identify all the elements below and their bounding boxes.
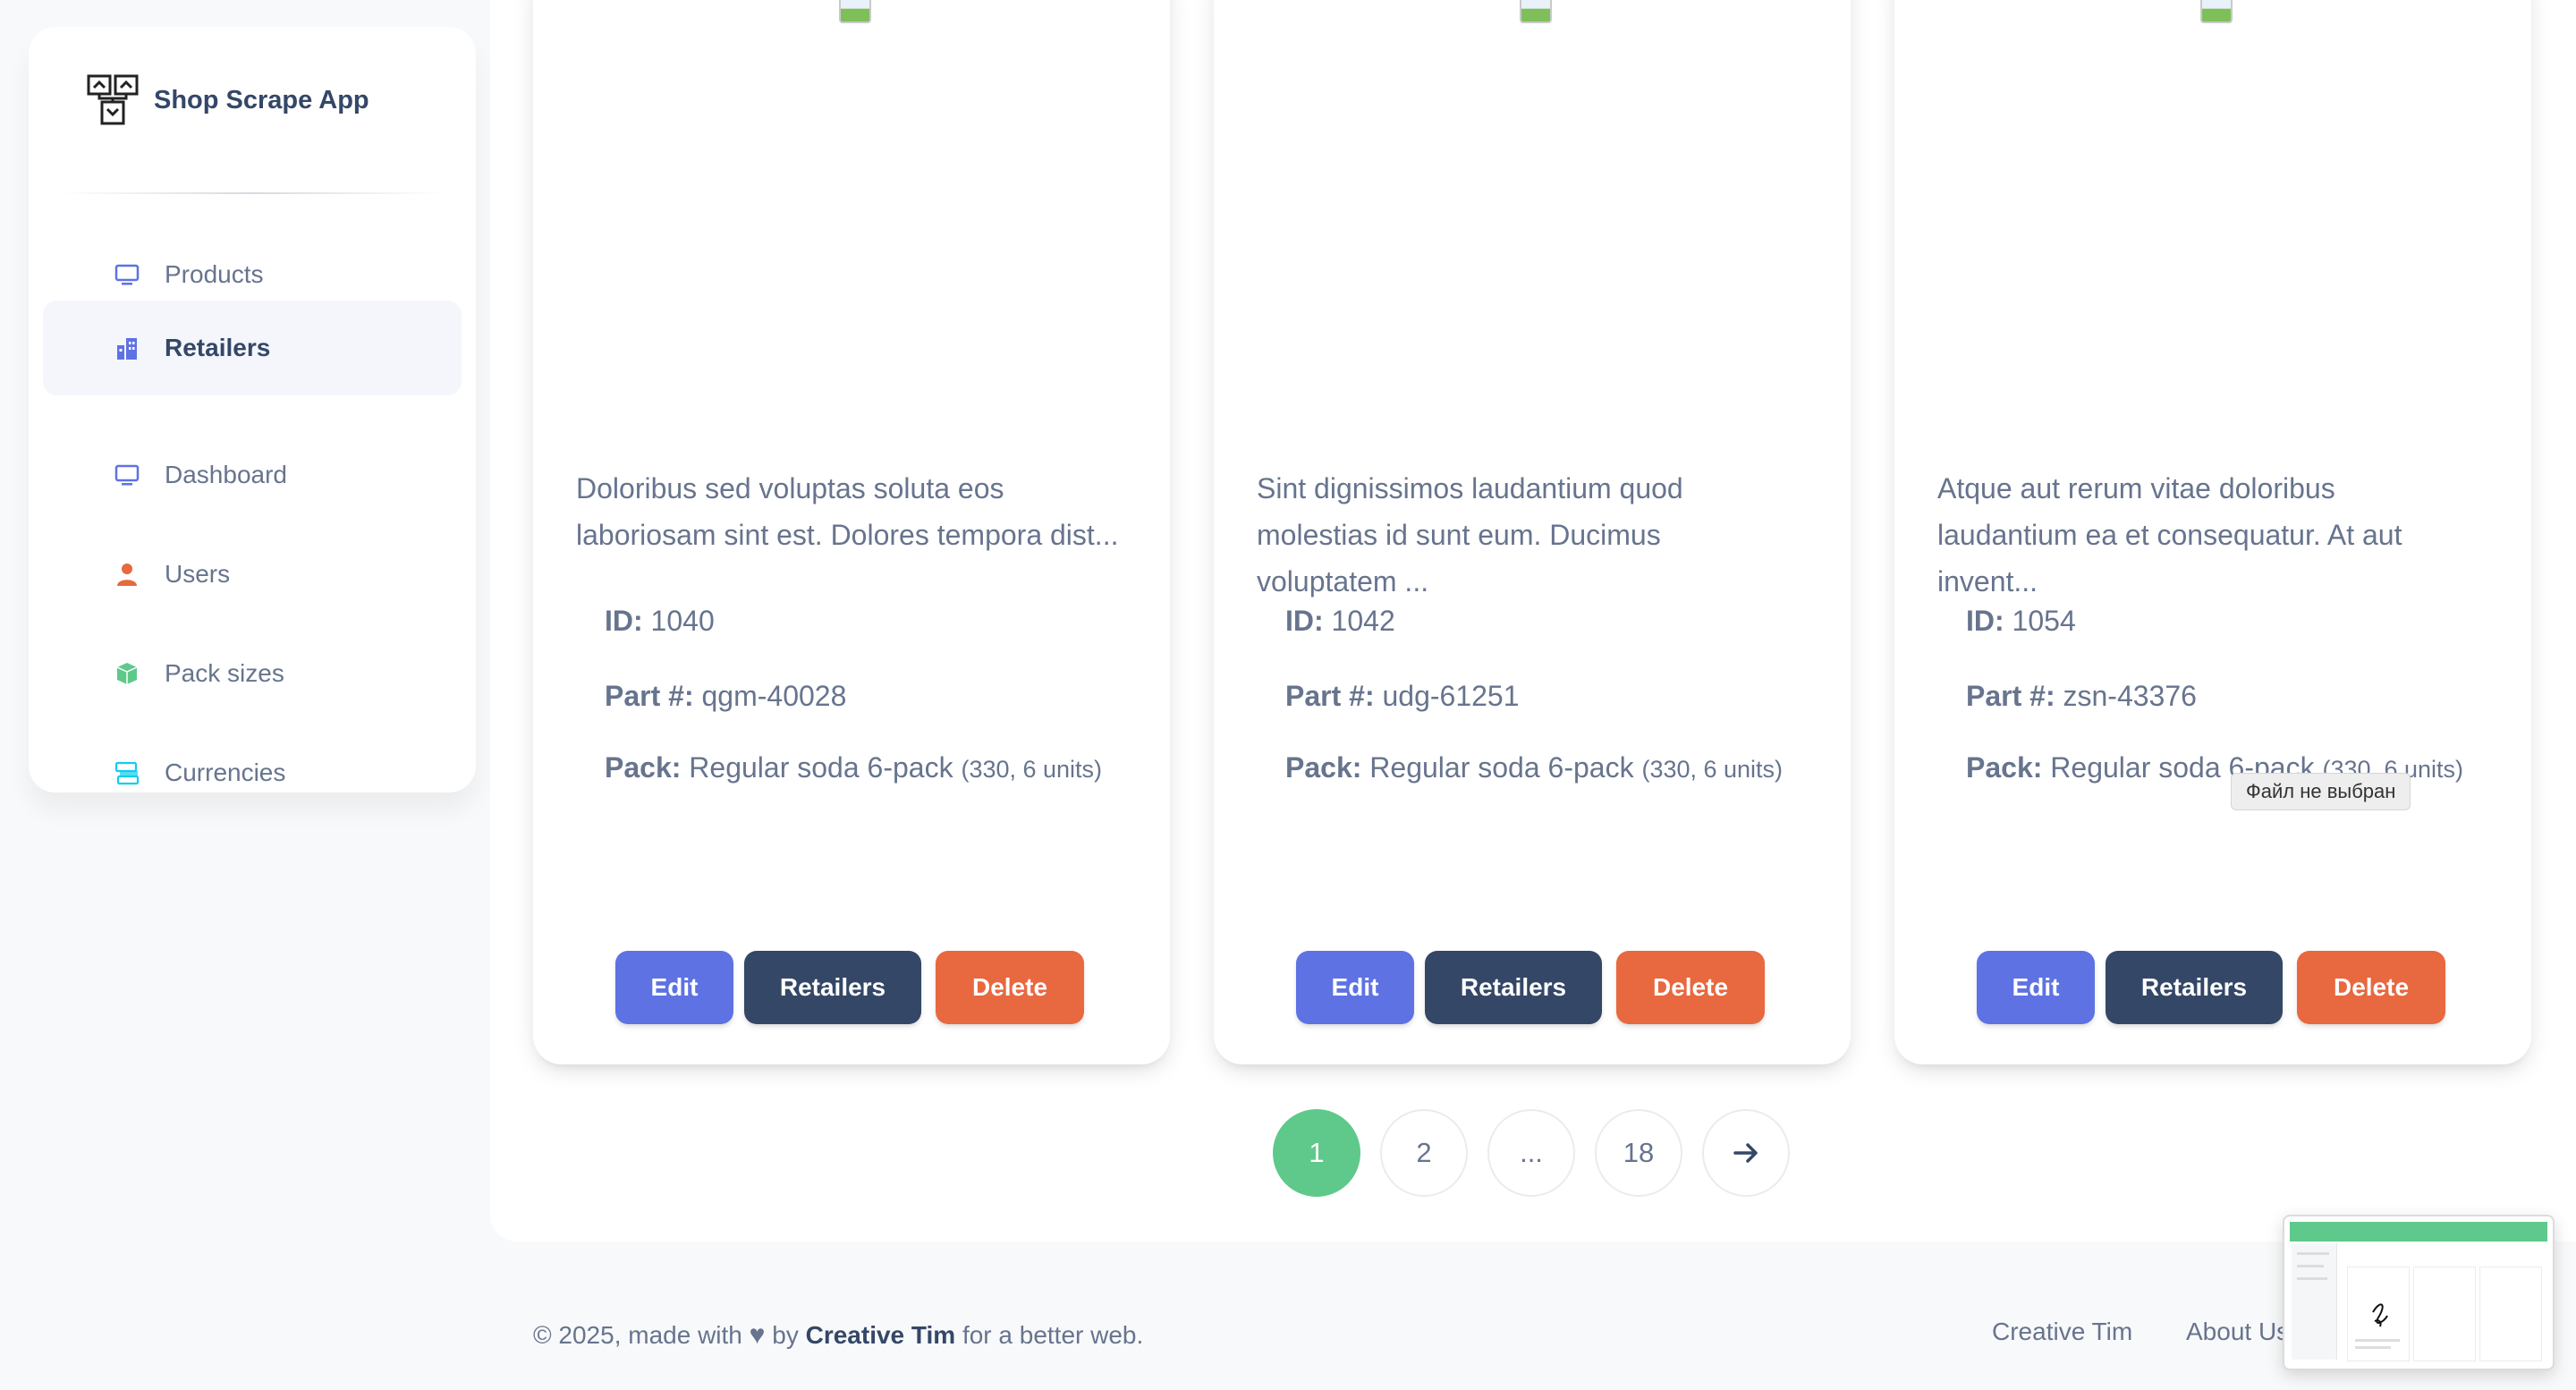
id-label: ID: bbox=[1285, 605, 1324, 637]
by-text: by bbox=[772, 1321, 799, 1349]
pack-label: Pack: bbox=[1285, 751, 1362, 784]
product-id: ID: 1042 bbox=[1285, 605, 1786, 638]
sidebar-item-users[interactable]: Users bbox=[43, 527, 462, 622]
preview-line bbox=[2297, 1252, 2329, 1255]
id-label: ID: bbox=[1966, 605, 2004, 637]
edit-button[interactable]: Edit bbox=[615, 951, 733, 1024]
pack-detail: (330, 6 units) bbox=[1641, 756, 1784, 783]
pack-label: Pack: bbox=[605, 751, 682, 784]
id-value: 1040 bbox=[650, 605, 715, 637]
money-icon bbox=[113, 759, 141, 787]
product-card: Sint dignissimos laudantium quod molesti… bbox=[1214, 0, 1851, 1064]
sidebar-item-pack-sizes[interactable]: Pack sizes bbox=[43, 626, 462, 721]
sidebar-item-label: Users bbox=[165, 560, 231, 588]
id-value: 1054 bbox=[2012, 605, 2076, 637]
page-2-button[interactable]: 2 bbox=[1380, 1109, 1468, 1197]
signature-icon bbox=[2355, 1303, 2400, 1349]
product-card: Doloribus sed voluptas soluta eos labori… bbox=[533, 0, 1170, 1064]
building-icon bbox=[113, 334, 141, 362]
sidebar-item-label: Dashboard bbox=[165, 461, 287, 488]
preview-line bbox=[2297, 1277, 2327, 1280]
part-value: qgm-40028 bbox=[701, 680, 847, 712]
product-pack: Pack: Regular soda 6-pack (330, 6 units) bbox=[605, 744, 1106, 792]
product-image bbox=[839, 0, 871, 23]
part-label: Part #: bbox=[1966, 680, 2055, 712]
page-1-button[interactable]: 1 bbox=[1273, 1109, 1360, 1197]
product-card: Atque aut rerum vitae doloribus laudanti… bbox=[1894, 0, 2531, 1064]
author-link[interactable]: Creative Tim bbox=[806, 1321, 956, 1349]
product-image bbox=[2200, 0, 2233, 23]
product-pack: Pack: Regular soda 6-pack (330, 6 units) bbox=[1285, 744, 1786, 792]
edit-button[interactable]: Edit bbox=[1296, 951, 1414, 1024]
part-value: udg-61251 bbox=[1382, 680, 1520, 712]
product-part: Part #: zsn-43376 bbox=[1966, 680, 2467, 713]
preview-line bbox=[2297, 1265, 2324, 1267]
edit-button[interactable]: Edit bbox=[1977, 951, 2095, 1024]
product-part: Part #: udg-61251 bbox=[1285, 680, 1786, 713]
sidebar-item-label: Currencies bbox=[165, 759, 286, 786]
retailers-button[interactable]: Retailers bbox=[1425, 951, 1602, 1024]
pack-label: Pack: bbox=[1966, 751, 2043, 784]
footer-link-about-us[interactable]: About Us bbox=[2186, 1318, 2289, 1346]
heart-icon: ♥ bbox=[749, 1320, 766, 1350]
id-value: 1042 bbox=[1331, 605, 1395, 637]
preview-sidebar bbox=[2292, 1243, 2337, 1360]
footer-link-creative-tim[interactable]: Creative Tim bbox=[1992, 1318, 2132, 1346]
logo-icon bbox=[87, 74, 139, 125]
sidebar-item-label: Pack sizes bbox=[165, 659, 284, 687]
preview-card bbox=[2479, 1267, 2542, 1361]
main-panel: Doloribus sed voluptas soluta eos labori… bbox=[490, 0, 2576, 1242]
brand-name: Shop Scrape App bbox=[154, 85, 369, 114]
file-tooltip: Файл не выбран bbox=[2231, 773, 2411, 810]
product-description: Doloribus sed voluptas soluta eos labori… bbox=[576, 472, 1119, 551]
sidebar: Shop Scrape App Products Retailers Dashb… bbox=[29, 27, 476, 792]
preview-card bbox=[2413, 1267, 2476, 1361]
arrow-right-icon bbox=[1733, 1143, 1758, 1163]
part-label: Part #: bbox=[1285, 680, 1375, 712]
retailers-button[interactable]: Retailers bbox=[744, 951, 921, 1024]
sidebar-item-retailers[interactable]: Retailers bbox=[43, 301, 462, 395]
retailers-button[interactable]: Retailers bbox=[2106, 951, 2283, 1024]
preview-card bbox=[2347, 1267, 2410, 1361]
sidebar-item-dashboard[interactable]: Dashboard bbox=[43, 428, 462, 522]
footer-copyright: © 2025, made with ♥ by Creative Tim for … bbox=[533, 1320, 1143, 1351]
delete-button[interactable]: Delete bbox=[1616, 951, 1765, 1024]
sidebar-divider bbox=[57, 192, 447, 194]
brand[interactable]: Shop Scrape App bbox=[86, 72, 369, 129]
product-description: Atque aut rerum vitae doloribus laudanti… bbox=[1937, 472, 2402, 598]
monitor-icon bbox=[113, 461, 141, 489]
screenshot-preview[interactable] bbox=[2283, 1215, 2555, 1370]
page-ellipsis: ... bbox=[1487, 1109, 1575, 1197]
product-part: Part #: qgm-40028 bbox=[605, 680, 1106, 713]
user-icon bbox=[113, 560, 141, 589]
page-18-button[interactable]: 18 bbox=[1595, 1109, 1682, 1197]
delete-button[interactable]: Delete bbox=[936, 951, 1084, 1024]
pack-value: Regular soda 6-pack bbox=[689, 751, 953, 784]
part-value: zsn-43376 bbox=[2063, 680, 2197, 712]
pack-value: Regular soda 6-pack bbox=[1369, 751, 1634, 784]
monitor-icon bbox=[113, 260, 141, 289]
id-label: ID: bbox=[605, 605, 643, 637]
sidebar-item-label: Products bbox=[165, 260, 264, 288]
sidebar-item-label: Retailers bbox=[165, 334, 271, 361]
tail-text: for a better web. bbox=[962, 1321, 1144, 1349]
next-page-button[interactable] bbox=[1702, 1109, 1790, 1197]
copyright-text: © 2025, made with bbox=[533, 1321, 742, 1349]
product-description: Sint dignissimos laudantium quod molesti… bbox=[1257, 472, 1683, 598]
product-id: ID: 1040 bbox=[605, 605, 1106, 638]
product-image bbox=[1520, 0, 1552, 23]
part-label: Part #: bbox=[605, 680, 694, 712]
product-id: ID: 1054 bbox=[1966, 605, 2467, 638]
pack-detail: (330, 6 units) bbox=[961, 756, 1103, 783]
preview-header bbox=[2290, 1222, 2547, 1242]
box-icon bbox=[113, 659, 141, 688]
delete-button[interactable]: Delete bbox=[2297, 951, 2445, 1024]
sidebar-item-currencies[interactable]: Currencies bbox=[43, 725, 462, 820]
